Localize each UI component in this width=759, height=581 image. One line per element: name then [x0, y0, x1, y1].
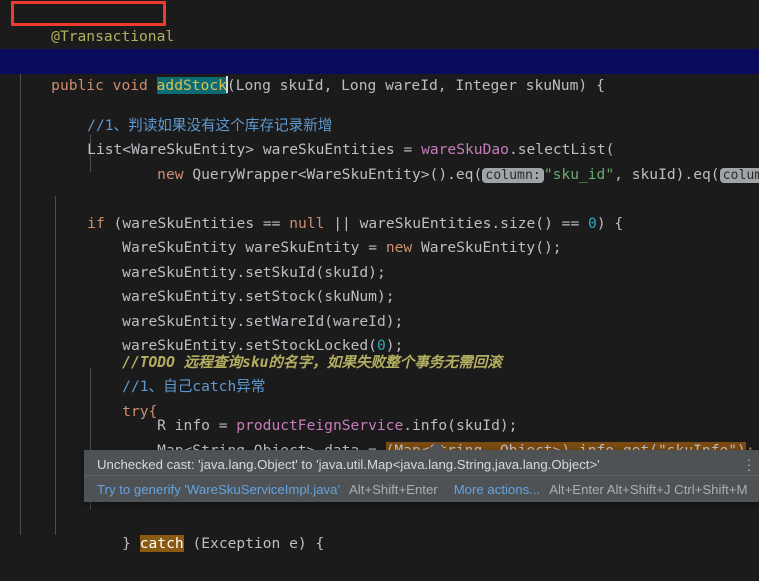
code-line-query-wrapper[interactable]: new QueryWrapper<WareSkuEntity>().eq(col… [0, 138, 759, 183]
code-line-if-condition[interactable]: if (wareSkuEntities == null || wareSkuEn… [0, 187, 759, 232]
try-to-generify-link[interactable]: Try to generify 'WareSkuServiceImpl.java… [97, 482, 340, 497]
code-line-annotation-override[interactable]: @Override [0, 25, 759, 69]
keyword-new: new [157, 165, 184, 183]
tooltip-action-row[interactable]: Try to generify 'WareSkuServiceImpl.java… [97, 478, 747, 503]
primary-shortcut-label: Alt+Shift+Enter [348, 482, 438, 497]
code-line-catch[interactable]: } catch (Exception e) { [0, 507, 759, 552]
code-line-set-ware-id[interactable]: wareSkuEntity.setWareId(wareId); [0, 285, 759, 330]
code-line-set-sku-id[interactable]: wareSkuEntity.setSkuId(skuId); [0, 236, 759, 281]
code-editor[interactable]: @Transactional @Override public void add… [0, 0, 759, 552]
closing-brace: } [122, 534, 131, 552]
code-line-select-list-decl[interactable]: List<WareSkuEntity> wareSkuEntities = wa… [0, 114, 759, 158]
code-line-comment-check-stock[interactable]: //1、判读如果没有这个库存记录新增 [0, 89, 759, 134]
string-sku-id: "sku_id" [543, 165, 615, 183]
keyword-catch-highlighted[interactable]: catch [139, 534, 184, 552]
code-line-unchecked-cast[interactable]: Map<String,Object> data = (Map<String, O… [0, 414, 759, 459]
tooltip-arrow [428, 442, 446, 450]
more-shortcuts-label: Alt+Enter Alt+Shift+J Ctrl+Shift+M [549, 482, 748, 497]
code-line-comment-catch[interactable]: //1、自己catch异常 [0, 351, 759, 395]
tooltip-message: Unchecked cast: 'java.lang.Object' to 'j… [97, 457, 600, 472]
expr-query-wrapper: QueryWrapper<WareSkuEntity>().eq( [192, 165, 483, 183]
code-line-method-signature[interactable]: public void addStock(Long skuId, Long wa… [0, 49, 759, 94]
code-line-new-waresku-entity[interactable]: WareSkuEntity wareSkuEntity = new WareSk… [0, 212, 759, 256]
catch-params: (Exception e) { [192, 534, 325, 552]
vertical-ellipsis-icon[interactable]: ... [744, 450, 754, 473]
tooltip-divider [84, 475, 759, 476]
more-actions-link[interactable]: More actions... [454, 482, 541, 497]
code-line-set-stock[interactable]: wareSkuEntity.setStock(skuNum); [0, 261, 759, 305]
code-line-todo-comment[interactable]: //TODO 远程查询sku的名字，如果失败整个事务无需回滚 [0, 326, 759, 371]
code-line-annotation-transactional[interactable]: @Transactional [0, 0, 759, 45]
inspection-tooltip[interactable]: Unchecked cast: 'java.lang.Object' to 'j… [84, 442, 759, 503]
param-hint-column: column: [482, 167, 544, 183]
code-line-feign-info[interactable]: R info = productFeignService.info(skuId)… [0, 390, 759, 434]
expr-eq-args: , skuId).eq( [614, 165, 720, 183]
param-hint-column-2: colum [719, 167, 759, 183]
